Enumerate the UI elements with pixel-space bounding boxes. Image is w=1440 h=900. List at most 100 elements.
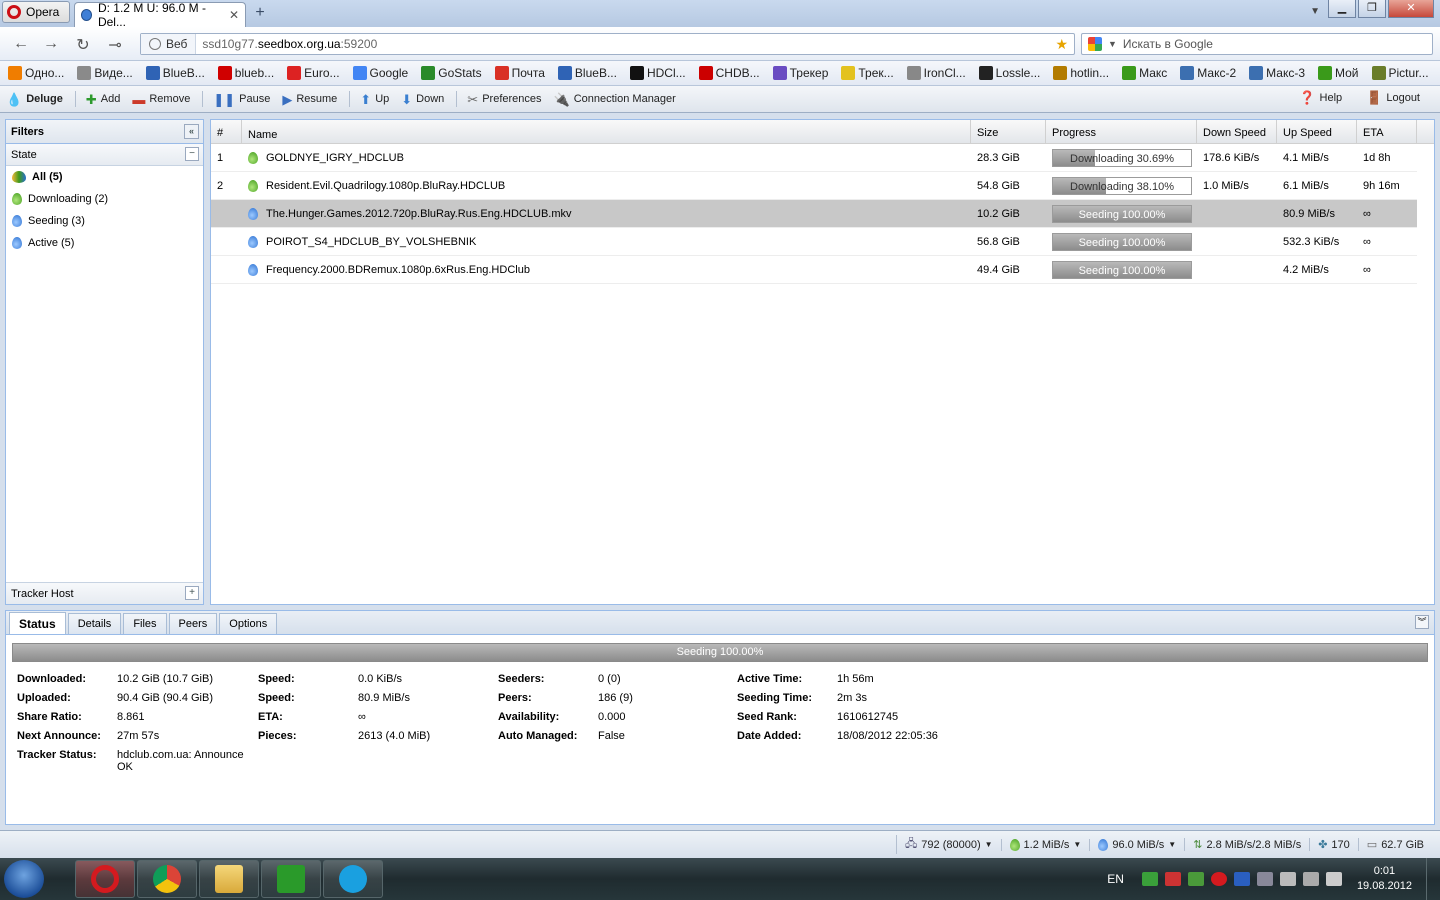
forward-icon[interactable]: → xyxy=(40,35,62,53)
language-indicator[interactable]: EN xyxy=(1107,872,1124,886)
network-tray-icon[interactable] xyxy=(1302,872,1319,886)
search-engine-dropdown-icon[interactable]: ▼ xyxy=(1108,39,1117,49)
tab-list-icon[interactable]: ▼ xyxy=(1310,6,1320,17)
tray-app-icon[interactable] xyxy=(1256,872,1273,886)
column-header-eta[interactable]: ETA xyxy=(1357,120,1417,143)
maximize-icon[interactable]: ❐ xyxy=(1358,0,1386,18)
bookmark-item[interactable]: Макс xyxy=(1122,66,1167,80)
bookmark-item[interactable]: Мой xyxy=(1318,66,1359,80)
key-icon[interactable]: ⊸ xyxy=(104,35,126,55)
bookmark-item[interactable]: Макс-2 xyxy=(1180,66,1236,80)
reload-icon[interactable]: ↻ xyxy=(72,35,94,55)
clock[interactable]: 0:01 19.08.2012 xyxy=(1357,864,1412,894)
bookmark-item[interactable]: BlueB... xyxy=(145,66,205,80)
google-icon[interactable] xyxy=(1088,37,1102,51)
tray-opera-icon[interactable] xyxy=(1210,872,1227,886)
taskbar-skype[interactable] xyxy=(323,860,383,898)
state-section-header[interactable]: State − xyxy=(6,144,203,166)
collapse-panel-icon[interactable]: ︾ xyxy=(1415,615,1429,629)
expand-icon[interactable]: + xyxy=(185,586,199,600)
tab-options[interactable]: Options xyxy=(219,613,278,634)
queue-up-button[interactable]: ⬆ Up xyxy=(360,93,389,106)
tracker-host-header[interactable]: Tracker Host + xyxy=(6,582,203,604)
tray-app-icon[interactable] xyxy=(1141,872,1158,886)
bookmark-item[interactable]: Lossle... xyxy=(978,66,1040,80)
collapse-icon[interactable]: − xyxy=(185,147,199,161)
remove-button[interactable]: ▬ Remove xyxy=(132,93,190,106)
taskbar-chrome[interactable] xyxy=(137,860,197,898)
bookmark-item[interactable]: CHDB... xyxy=(698,66,760,80)
preferences-button[interactable]: ✂ Preferences xyxy=(467,93,541,106)
tab-status[interactable]: Status xyxy=(9,612,66,634)
download-speed-status[interactable]: 1.2 MiB/s ▼ xyxy=(1000,838,1090,851)
upload-speed-status[interactable]: 96.0 MiB/s ▼ xyxy=(1089,838,1184,851)
queue-down-button[interactable]: ⬇ Down xyxy=(401,93,444,106)
site-info-badge[interactable]: Веб xyxy=(141,34,197,54)
taskbar-utorrent[interactable] xyxy=(261,860,321,898)
address-field[interactable]: Веб ssd10g77.seedbox.org.ua:59200 ★ xyxy=(140,33,1075,55)
connections-status[interactable]: 🖧 792 (80000) ▼ xyxy=(896,835,1001,854)
column-header-name[interactable]: Name xyxy=(242,120,971,143)
pause-button[interactable]: ❚❚ Pause xyxy=(213,93,270,106)
column-header-size[interactable]: Size xyxy=(971,120,1046,143)
bookmark-item[interactable]: Euro... xyxy=(287,66,340,80)
connection-manager-button[interactable]: 🔌 Connection Manager xyxy=(554,93,676,106)
back-icon[interactable]: ← xyxy=(10,35,32,53)
table-row[interactable]: 2 Resident.Evil.Quadrilogy.1080p.BluRay.H… xyxy=(211,172,1417,200)
bookmark-item[interactable]: Трекер xyxy=(772,66,828,80)
tab-peers[interactable]: Peers xyxy=(168,613,218,634)
bookmark-item[interactable]: Макс-3 xyxy=(1249,66,1305,80)
bluetooth-icon[interactable] xyxy=(1233,872,1250,886)
bookmark-item[interactable]: GoStats xyxy=(421,66,482,80)
close-window-icon[interactable]: ✕ xyxy=(1388,0,1434,18)
bookmark-item[interactable]: IronCl... xyxy=(906,66,966,80)
search-input[interactable]: ▼ Искать в Google xyxy=(1081,33,1433,55)
show-desktop-button[interactable] xyxy=(1426,858,1440,900)
logout-button[interactable]: 🚪 Logout xyxy=(1366,91,1420,104)
filter-item-active[interactable]: Active (5) xyxy=(6,232,203,254)
action-center-flag-icon[interactable] xyxy=(1279,872,1296,886)
opera-menu-button[interactable]: Opera xyxy=(2,1,70,23)
column-header-num[interactable]: # xyxy=(211,120,242,143)
bookmark-item[interactable]: HDCl... xyxy=(629,66,686,80)
bookmark-item[interactable]: Одно... xyxy=(8,66,64,80)
url-text[interactable]: ssd10g77.seedbox.org.ua:59200 xyxy=(196,37,377,51)
start-button-icon[interactable] xyxy=(4,860,44,898)
close-tab-icon[interactable]: ✕ xyxy=(229,8,239,22)
bookmark-item[interactable]: Почта xyxy=(494,66,545,80)
column-header-down-speed[interactable]: Down Speed xyxy=(1197,120,1277,143)
tray-app-icon[interactable] xyxy=(1164,872,1181,886)
resume-button[interactable]: ▶ Resume xyxy=(282,93,337,106)
taskbar-opera[interactable] xyxy=(75,860,135,898)
bookmark-item[interactable]: Виде... xyxy=(77,66,133,80)
tab-files[interactable]: Files xyxy=(123,613,167,634)
bookmark-item[interactable]: Трек... xyxy=(841,66,894,80)
table-row[interactable]: Frequency.2000.BDRemux.1080p.6xRus.Eng.H… xyxy=(211,256,1417,284)
new-tab-button[interactable]: + xyxy=(251,4,269,22)
table-row[interactable]: POIROT_S4_HDCLUB_BY_VOLSHEBNIK 56.8 GiB Se… xyxy=(211,228,1417,256)
bookmark-item[interactable]: Pictur... xyxy=(1371,66,1429,80)
bookmark-item[interactable]: BlueB... xyxy=(557,66,617,80)
column-header-progress[interactable]: Progress xyxy=(1046,120,1197,143)
filter-item-downloading[interactable]: Downloading (2) xyxy=(6,188,203,210)
bookmark-item[interactable]: Google xyxy=(352,66,408,80)
bookmark-star-icon[interactable]: ★ xyxy=(1055,36,1068,53)
volume-icon[interactable] xyxy=(1325,872,1342,886)
taskbar-explorer[interactable] xyxy=(199,860,259,898)
column-header-up-speed[interactable]: Up Speed xyxy=(1277,120,1357,143)
browser-tab-active[interactable]: D: 1.2 M U: 96.0 M - Del... ✕ xyxy=(74,1,246,29)
filter-item-all[interactable]: All (5) xyxy=(6,166,203,188)
add-button[interactable]: ✚ Add xyxy=(86,93,120,106)
collapse-left-icon[interactable]: « xyxy=(184,124,199,139)
minimize-icon[interactable]: ▁ xyxy=(1328,0,1356,18)
progress-bar: Downloading 30.69% xyxy=(1052,148,1192,167)
add-label: Add xyxy=(100,93,121,105)
tab-details[interactable]: Details xyxy=(67,613,122,634)
filter-item-seeding[interactable]: Seeding (3) xyxy=(6,210,203,232)
table-row[interactable]: The.Hunger.Games.2012.720p.BluRay.Rus.En… xyxy=(211,200,1417,228)
table-row[interactable]: 1 GOLDNYE_IGRY_HDCLUB 28.3 GiB Downloading … xyxy=(211,144,1417,172)
help-button[interactable]: ❓ Help xyxy=(1299,91,1342,104)
bookmark-item[interactable]: blueb... xyxy=(217,66,274,80)
tray-app-icon[interactable] xyxy=(1187,872,1204,886)
bookmark-item[interactable]: hotlin... xyxy=(1053,66,1109,80)
